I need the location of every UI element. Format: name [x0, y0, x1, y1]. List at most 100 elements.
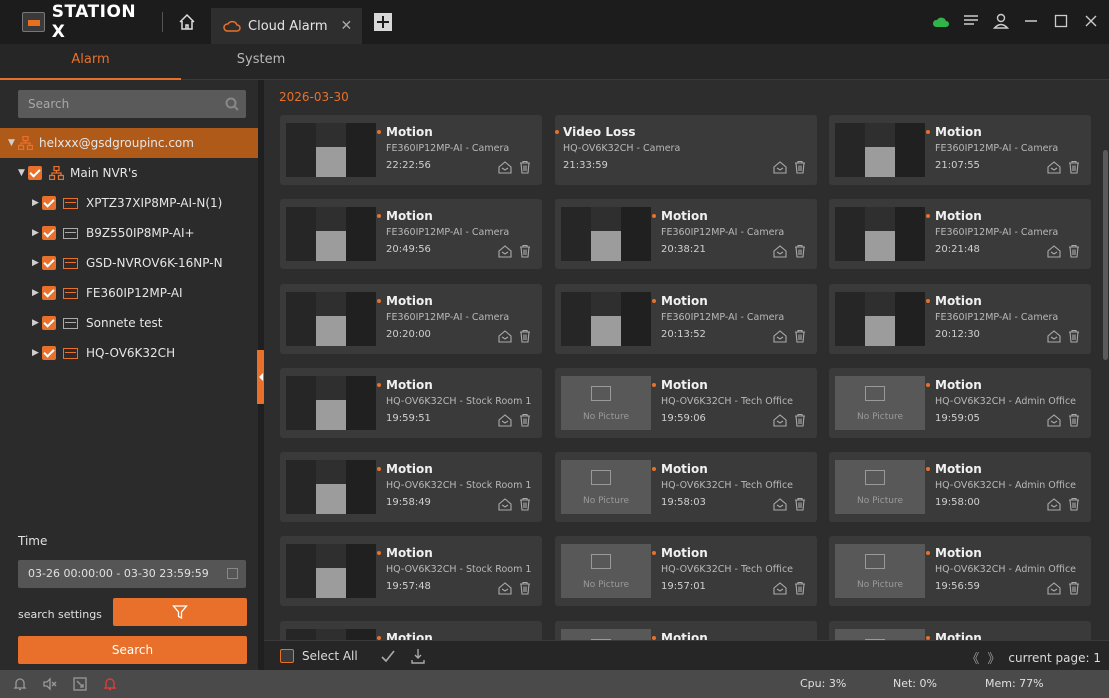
- collapse-arrow-icon[interactable]: ▶: [32, 198, 42, 208]
- tree-device-row[interactable]: ▶ Sonnete test: [0, 308, 258, 338]
- collapse-arrow-icon[interactable]: ▶: [32, 348, 42, 358]
- snapshot-thumbnail[interactable]: [286, 123, 376, 177]
- export-icon[interactable]: [410, 648, 426, 664]
- collapse-arrow-icon[interactable]: ▶: [32, 288, 42, 298]
- search-button[interactable]: Search: [18, 636, 247, 664]
- delete-icon[interactable]: [518, 160, 532, 174]
- maximize-icon[interactable]: [1051, 11, 1071, 31]
- delete-icon[interactable]: [793, 581, 807, 595]
- snapshot-thumbnail[interactable]: [286, 292, 376, 346]
- scrollbar[interactable]: [1101, 80, 1109, 640]
- view-playback-icon[interactable]: [1047, 244, 1061, 258]
- close-icon[interactable]: [1081, 11, 1101, 31]
- view-playback-icon[interactable]: [498, 244, 512, 258]
- tab-alarm[interactable]: Alarm: [0, 44, 181, 80]
- view-playback-icon[interactable]: [498, 581, 512, 595]
- delete-icon[interactable]: [518, 581, 532, 595]
- snapshot-thumbnail[interactable]: [835, 292, 925, 346]
- tree-account-row[interactable]: ▼ helxxx@gsdgroupinc.com: [0, 128, 258, 158]
- tree-device-row[interactable]: ▶ FE360IP12MP-AI: [0, 278, 258, 308]
- no-picture-thumbnail[interactable]: No Picture: [561, 629, 651, 640]
- cloud-status-icon[interactable]: [931, 11, 951, 31]
- snapshot-thumbnail[interactable]: [286, 629, 376, 640]
- alarm-card[interactable]: Motion FE360IP12MP-AI - Camera 20:20:00: [280, 284, 542, 354]
- alarm-card[interactable]: No Picture Motion HQ-OV6K32CH - Admin Offi…: [829, 536, 1091, 606]
- tree-device-row[interactable]: ▶ B9Z550IP8MP-AI+: [0, 218, 258, 248]
- tree-group-row[interactable]: ▼ Main NVR's: [0, 158, 258, 188]
- snapshot-thumbnail[interactable]: [286, 207, 376, 261]
- alarm-card[interactable]: No PictureMotion: [555, 621, 817, 640]
- home-button[interactable]: [175, 10, 199, 34]
- tree-device-row[interactable]: ▶ HQ-OV6K32CH: [0, 338, 258, 368]
- alarm-card[interactable]: Motion FE360IP12MP-AI - Camera 20:21:48: [829, 199, 1091, 269]
- delete-icon[interactable]: [518, 413, 532, 427]
- tab-system[interactable]: System: [181, 44, 341, 80]
- alarm-card[interactable]: Motion HQ-OV6K32CH - Stock Room 1 19:59:51: [280, 368, 542, 438]
- device-checkbox[interactable]: [42, 226, 56, 240]
- alarm-card[interactable]: Motion FE360IP12MP-AI - Camera 21:07:55: [829, 115, 1091, 185]
- no-picture-thumbnail[interactable]: No Picture: [561, 460, 651, 514]
- collapse-arrow-icon[interactable]: ▶: [32, 318, 42, 328]
- view-playback-icon[interactable]: [773, 497, 787, 511]
- mark-read-icon[interactable]: [380, 648, 396, 664]
- tree-device-row[interactable]: ▶ XPTZ37XIP8MP-AI-N(1): [0, 188, 258, 218]
- delete-icon[interactable]: [518, 497, 532, 511]
- no-picture-thumbnail[interactable]: No Picture: [561, 376, 651, 430]
- no-picture-thumbnail[interactable]: No Picture: [835, 376, 925, 430]
- snapshot-thumbnail[interactable]: [286, 544, 376, 598]
- search-input[interactable]: [28, 97, 218, 111]
- no-picture-thumbnail[interactable]: No Picture: [835, 629, 925, 640]
- alarm-card[interactable]: Motion FE360IP12MP-AI - Camera 20:13:52: [555, 284, 817, 354]
- collapse-arrow-icon[interactable]: ▶: [32, 228, 42, 238]
- alarm-card[interactable]: Motion HQ-OV6K32CH - Stock Room 1 19:58:49: [280, 452, 542, 522]
- view-playback-icon[interactable]: [1047, 581, 1061, 595]
- expand-arrow-icon[interactable]: ▼: [18, 168, 28, 178]
- device-checkbox[interactable]: [42, 346, 56, 360]
- add-tab-icon[interactable]: [374, 13, 393, 31]
- next-page-icon[interactable]: 》: [987, 648, 1000, 667]
- device-checkbox[interactable]: [42, 316, 56, 330]
- alarm-card[interactable]: Motion FE360IP12MP-AI - Camera 20:38:21: [555, 199, 817, 269]
- no-picture-thumbnail[interactable]: No Picture: [561, 544, 651, 598]
- tab-close-icon[interactable]: ✕: [341, 18, 353, 34]
- delete-icon[interactable]: [518, 244, 532, 258]
- select-all-checkbox[interactable]: [280, 648, 294, 663]
- view-playback-icon[interactable]: [1047, 497, 1061, 511]
- alarm-card[interactable]: Video Loss HQ-OV6K32CH - Camera 21:33:59: [555, 115, 817, 185]
- tree-device-row[interactable]: ▶ GSD-NVROV6K-16NP-N: [0, 248, 258, 278]
- calendar-icon[interactable]: [227, 568, 238, 579]
- snapshot-thumbnail[interactable]: [835, 207, 925, 261]
- alarm-card[interactable]: No PictureMotion: [829, 621, 1091, 640]
- view-playback-icon[interactable]: [773, 413, 787, 427]
- delete-icon[interactable]: [793, 497, 807, 511]
- alarm-card[interactable]: Motion: [280, 621, 542, 640]
- prev-page-icon[interactable]: 《: [966, 648, 979, 667]
- delete-icon[interactable]: [1067, 160, 1081, 174]
- delete-icon[interactable]: [1067, 581, 1081, 595]
- filter-button[interactable]: [113, 598, 247, 626]
- view-playback-icon[interactable]: [1047, 329, 1061, 343]
- search-icon[interactable]: [224, 96, 240, 112]
- no-picture-thumbnail[interactable]: No Picture: [835, 544, 925, 598]
- snapshot-thumbnail[interactable]: [286, 376, 376, 430]
- group-checkbox[interactable]: [28, 166, 42, 180]
- delete-icon[interactable]: [793, 329, 807, 343]
- device-checkbox[interactable]: [42, 196, 56, 210]
- delete-icon[interactable]: [1067, 413, 1081, 427]
- view-playback-icon[interactable]: [498, 160, 512, 174]
- screenshot-icon[interactable]: [72, 676, 88, 692]
- alarm-card[interactable]: Motion FE360IP12MP-AI - Camera 20:12:30: [829, 284, 1091, 354]
- scrollbar-thumb[interactable]: [1103, 150, 1108, 360]
- alarm-card[interactable]: No Picture Motion HQ-OV6K32CH - Tech Offic…: [555, 452, 817, 522]
- alarm-card[interactable]: No Picture Motion HQ-OV6K32CH - Tech Offic…: [555, 536, 817, 606]
- minimize-icon[interactable]: [1021, 11, 1041, 31]
- device-checkbox[interactable]: [42, 286, 56, 300]
- expand-arrow-icon[interactable]: ▼: [8, 138, 18, 148]
- snapshot-thumbnail[interactable]: [286, 460, 376, 514]
- alarm-card[interactable]: No Picture Motion HQ-OV6K32CH - Tech Offic…: [555, 368, 817, 438]
- alarm-card[interactable]: No Picture Motion HQ-OV6K32CH - Admin Offi…: [829, 368, 1091, 438]
- snapshot-thumbnail[interactable]: [561, 292, 651, 346]
- snapshot-thumbnail[interactable]: [835, 123, 925, 177]
- device-checkbox[interactable]: [42, 256, 56, 270]
- alarm-card[interactable]: Motion FE360IP12MP-AI - Camera 22:22:56: [280, 115, 542, 185]
